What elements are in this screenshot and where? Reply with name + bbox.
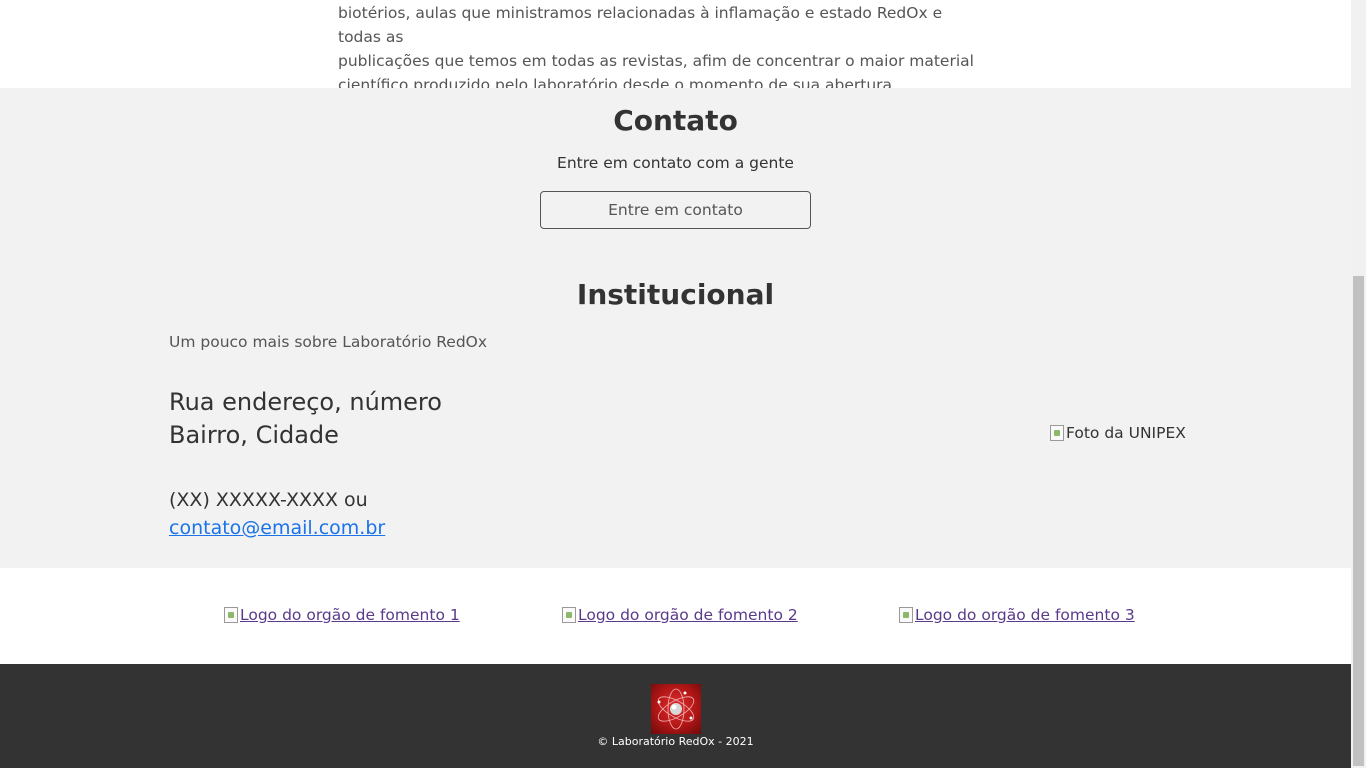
contact-title: Contato — [613, 104, 738, 137]
broken-image-icon — [224, 607, 238, 623]
unipex-photo: Foto da UNIPEX — [1050, 424, 1186, 442]
about-text: biotérios, aulas que ministramos relacio… — [338, 1, 988, 97]
address-block: Rua endereço, número Bairro, Cidade — [169, 386, 442, 452]
sponsor-logo-alt: Logo do orgão de fomento 2 — [578, 606, 798, 624]
institutional-subtitle: Um pouco mais sobre Laboratório RedOx — [169, 333, 488, 351]
sponsor-logo-alt: Logo do orgão de fomento 1 — [240, 606, 460, 624]
sponsor-logo-3[interactable]: Logo do orgão de fomento 3 — [899, 606, 1135, 624]
page-viewport: biotérios, aulas que ministramos relacio… — [0, 0, 1351, 768]
about-section: biotérios, aulas que ministramos relacio… — [0, 0, 1351, 94]
contact-subtitle: Entre em contato com a gente — [557, 154, 794, 172]
copyright-text: © Laboratório RedOx - 2021 — [597, 735, 754, 748]
atom-icon — [657, 688, 695, 730]
about-text-line: biotérios, aulas que ministramos relacio… — [338, 4, 943, 46]
contact-info: (XX) XXXXX-XXXX ou contato@email.com.br — [169, 486, 385, 542]
email-link[interactable]: contato@email.com.br — [169, 517, 385, 539]
broken-image-icon — [899, 607, 913, 623]
footer: © Laboratório RedOx - 2021 — [0, 664, 1351, 768]
phone-number: (XX) XXXXX-XXXX ou — [169, 489, 368, 511]
redox-logo-icon — [651, 684, 701, 734]
sponsors-section: Logo do orgão de fomento 1 Logo do orgão… — [0, 568, 1351, 664]
about-text-line: publicações que temos em todas as revist… — [338, 52, 974, 70]
unipex-photo-alt: Foto da UNIPEX — [1066, 424, 1186, 442]
sponsor-logo-1[interactable]: Logo do orgão de fomento 1 — [224, 606, 460, 624]
contact-section: Contato Entre em contato com a gente Ent… — [0, 88, 1351, 568]
broken-image-icon — [1050, 425, 1064, 441]
page-scrollbar[interactable] — [1351, 0, 1366, 768]
address-city: Bairro, Cidade — [169, 421, 339, 449]
scrollbar-thumb[interactable] — [1353, 276, 1364, 766]
institutional-title: Institucional — [576, 278, 775, 311]
sponsor-logo-alt: Logo do orgão de fomento 3 — [915, 606, 1135, 624]
sponsor-logo-2[interactable]: Logo do orgão de fomento 2 — [562, 606, 798, 624]
contact-button[interactable]: Entre em contato — [540, 191, 811, 229]
broken-image-icon — [562, 607, 576, 623]
address-street: Rua endereço, número — [169, 388, 442, 416]
